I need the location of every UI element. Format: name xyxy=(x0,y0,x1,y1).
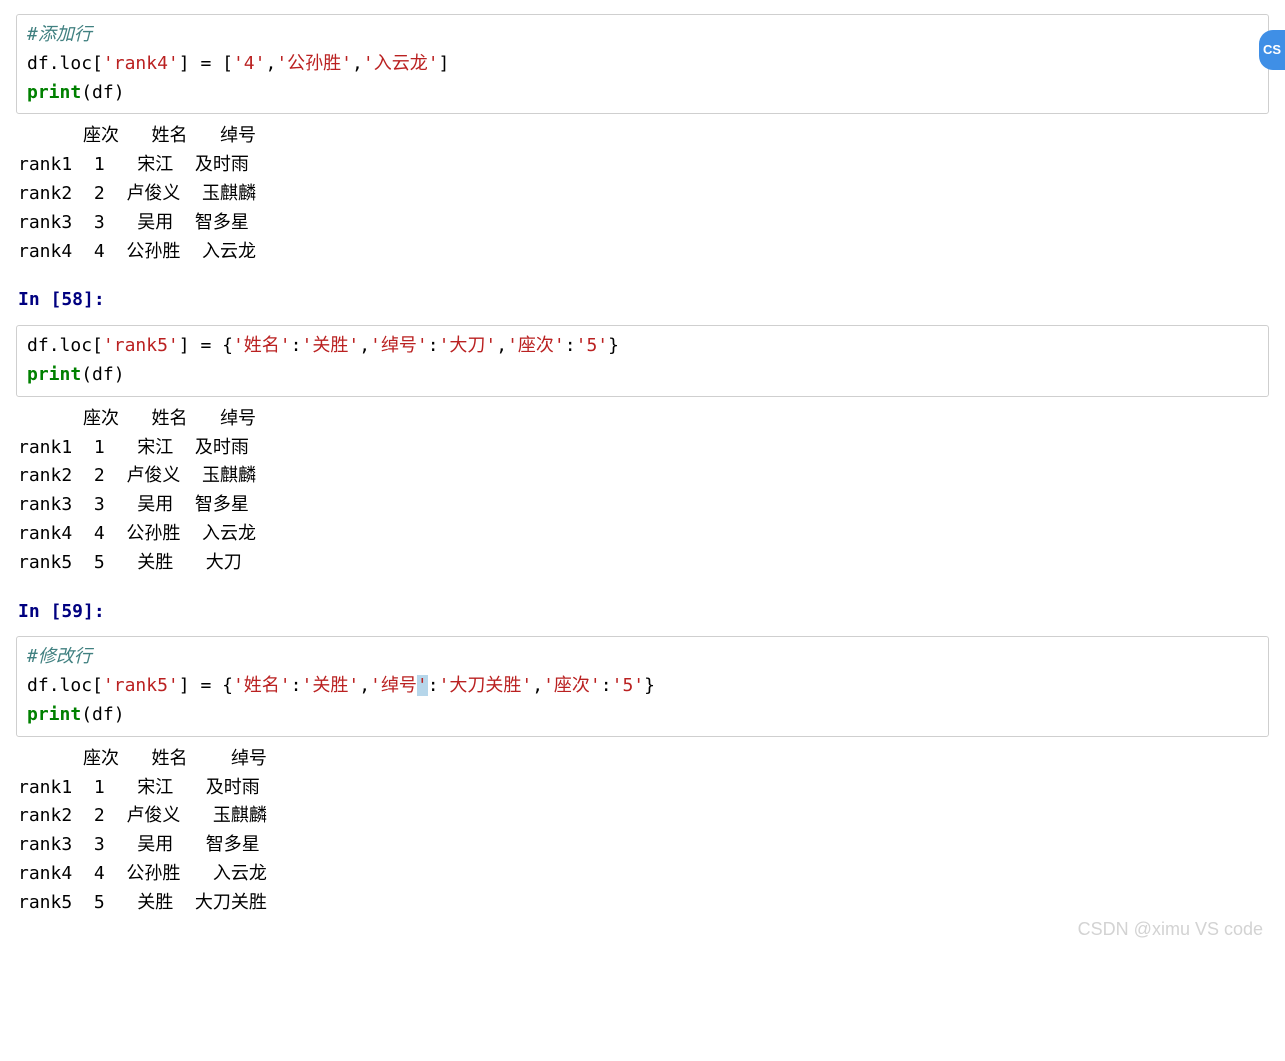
output-cell: 座次 姓名 绰号 rank1 1 宋江 及时雨 rank2 2 卢俊义 玉麒麟 … xyxy=(16,405,1269,578)
code-comment: #添加行 xyxy=(27,24,92,45)
in-prompt: In [59]: xyxy=(18,598,1269,627)
output-cell: 座次 姓名 绰号 rank1 1 宋江 及时雨 rank2 2 卢俊义 玉麒麟 … xyxy=(16,745,1269,918)
floating-badge-label: CS xyxy=(1263,40,1281,61)
code-cell[interactable]: df.loc['rank5'] = {'姓名':'关胜','绰号':'大刀','… xyxy=(16,325,1269,397)
in-prompt: In [58]: xyxy=(18,286,1269,315)
code-cell[interactable]: #添加行 df.loc['rank4'] = ['4','公孙胜','入云龙']… xyxy=(16,14,1269,114)
code-cell[interactable]: #修改行 df.loc['rank5'] = {'姓名':'关胜','绰号':'… xyxy=(16,636,1269,736)
watermark-text: CSDN @ximu VS code xyxy=(1078,915,1263,944)
notebook-area: #添加行 df.loc['rank4'] = ['4','公孙胜','入云龙']… xyxy=(16,14,1269,918)
code-comment: #修改行 xyxy=(27,646,92,667)
text-selection: ' xyxy=(417,675,428,696)
floating-badge[interactable]: CS xyxy=(1259,30,1285,70)
output-cell: 座次 姓名 绰号 rank1 1 宋江 及时雨 rank2 2 卢俊义 玉麒麟 … xyxy=(16,122,1269,266)
